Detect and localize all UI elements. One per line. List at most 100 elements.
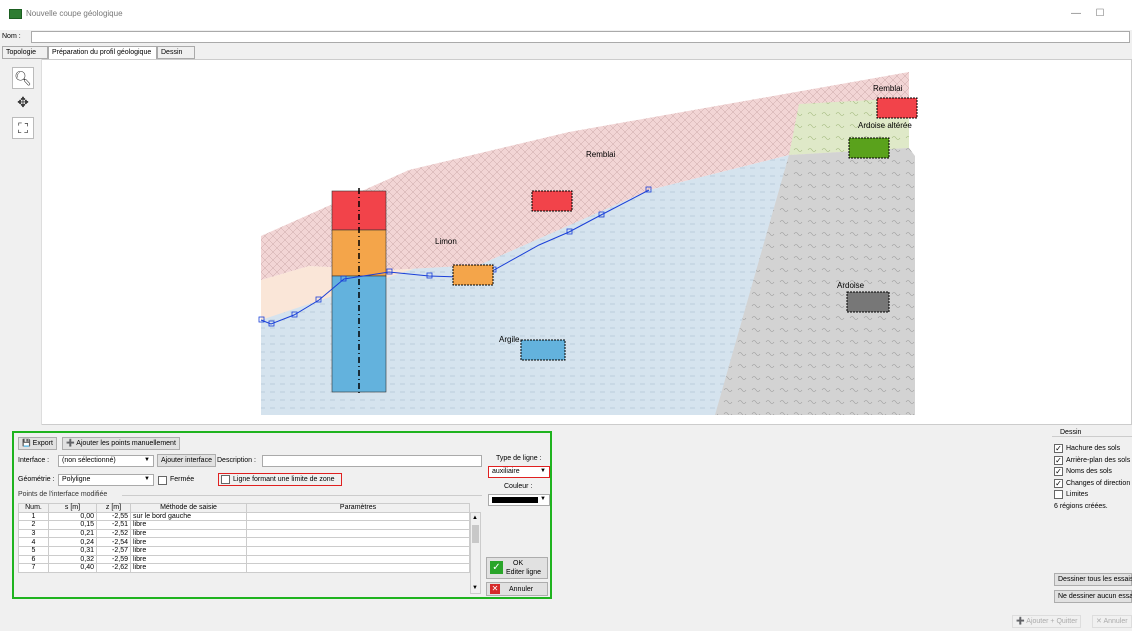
add-quit-button[interactable]: ➕ Ajouter + Quitter [1012, 615, 1082, 628]
table-cell[interactable]: libre [130, 520, 247, 530]
table-cell[interactable] [246, 520, 470, 530]
table-cell[interactable] [246, 537, 470, 547]
interface-value: (non sélectionné) [62, 457, 116, 464]
table-cell[interactable] [246, 528, 470, 539]
tab-dessin[interactable]: Dessin [157, 46, 195, 59]
scroll-down-icon[interactable]: ▼ [472, 585, 478, 591]
table-cell[interactable]: 5 [18, 545, 49, 556]
option-checkbox[interactable] [1054, 490, 1063, 499]
tab-topologie[interactable]: Topologie [2, 46, 48, 59]
group-divider [1052, 436, 1132, 437]
geometry-select[interactable]: Polyligne ▼ [58, 474, 154, 486]
table-cell[interactable]: 6 [18, 554, 49, 565]
scroll-up-icon[interactable]: ▲ [472, 515, 478, 521]
cancel-button[interactable]: ✕ Annuler [486, 582, 548, 596]
table-row[interactable]: 5 0,31 -2,57 libre [18, 545, 470, 556]
option-checkbox[interactable]: ✓ [1054, 467, 1063, 476]
table-cell[interactable]: libre [130, 563, 247, 573]
table-cell[interactable] [246, 545, 470, 556]
table-cell[interactable]: -2,62 [96, 563, 131, 573]
legend-box-ardoise-alteree [848, 137, 890, 159]
table-row[interactable]: 4 0,24 -2,54 libre [18, 537, 470, 547]
table-cell[interactable]: libre [130, 554, 247, 565]
description-input[interactable] [262, 455, 482, 467]
add-points-label: Ajouter les points manuellement [76, 440, 176, 447]
table-cell[interactable]: -2,51 [96, 520, 131, 530]
option-checkbox[interactable]: ✓ [1054, 478, 1063, 488]
col-params[interactable]: Paramètres [246, 503, 470, 513]
table-cell[interactable]: 3 [18, 528, 49, 539]
status-cancel-button[interactable]: ✕ Annuler [1092, 615, 1132, 628]
geological-section-svg[interactable]: Remblai Remblai Ardoise altérée Limon Ar… [9, 60, 1132, 426]
table-cell[interactable]: 0,32 [48, 554, 97, 565]
col-method[interactable]: Méthode de saisie [130, 503, 247, 513]
table-row[interactable]: 3 0,21 -2,52 libre [18, 528, 470, 539]
zoom-icon[interactable]: 🔍︎ [12, 67, 34, 89]
export-button[interactable]: 💾 Export [18, 437, 57, 450]
ok-edit-button[interactable]: ✓ OK Editer ligne [486, 557, 548, 579]
minimize-button[interactable]: — [1066, 6, 1086, 22]
check-icon: ✓ [490, 561, 503, 574]
cancel-label: Annuler [509, 586, 534, 593]
table-cell[interactable] [246, 554, 470, 565]
table-cell[interactable]: 0,15 [48, 520, 97, 530]
table-cell[interactable]: 2 [18, 520, 49, 530]
table-cell[interactable]: 0,00 [48, 511, 97, 522]
color-select[interactable]: ▼ [488, 494, 550, 506]
table-cell[interactable]: libre [130, 545, 247, 556]
add-points-button[interactable]: ➕ Ajouter les points manuellement [62, 437, 180, 450]
color-label: Couleur : [504, 483, 533, 490]
table-cell[interactable]: -2,59 [96, 554, 131, 565]
drawing-group-label: Dessin [1060, 429, 1082, 436]
line-type-label: Type de ligne : [496, 455, 542, 462]
color-swatch [492, 497, 538, 503]
table-row[interactable]: 7 0,40 -2,62 libre [18, 563, 470, 573]
col-s[interactable]: s [m] [48, 503, 97, 513]
table-cell[interactable]: libre [130, 528, 247, 539]
name-input[interactable] [31, 31, 1130, 43]
table-cell[interactable]: 7 [18, 563, 49, 573]
table-row[interactable]: 6 0,32 -2,59 libre [18, 554, 470, 565]
table-scrollbar[interactable]: ▲ ▼ [470, 512, 481, 594]
name-label: Nom : [2, 33, 21, 40]
table-cell[interactable] [246, 511, 470, 522]
table-cell[interactable] [246, 563, 470, 573]
status-bar: ➕ Ajouter + Quitter ✕ Annuler [0, 612, 1132, 631]
draw-all-button[interactable]: Dessiner tous les essais [1054, 573, 1132, 586]
closed-checkbox[interactable] [158, 476, 167, 485]
table-cell[interactable]: -2,54 [96, 537, 131, 547]
table-row[interactable]: 2 0,15 -2,51 libre [18, 520, 470, 530]
option-checkbox[interactable]: ✓ [1054, 444, 1063, 453]
table-cell[interactable]: 0,31 [48, 545, 97, 556]
scroll-thumb[interactable] [472, 525, 479, 543]
col-z[interactable]: z [m] [96, 503, 131, 513]
line-type-value: auxiliaire [492, 468, 520, 475]
fit-view-icon[interactable]: ⛶ [12, 117, 34, 139]
table-cell[interactable]: 1 [18, 511, 49, 522]
table-cell[interactable]: -2,52 [96, 528, 131, 539]
title-bar: Nouvelle coupe géologique — ☐ [0, 0, 1132, 30]
move-icon[interactable]: ✥ [12, 92, 34, 114]
drawing-canvas[interactable]: Remblai Remblai Ardoise altérée Limon Ar… [8, 59, 1132, 425]
add-interface-button[interactable]: Ajouter interface [157, 454, 216, 467]
table-cell[interactable]: -2,55 [96, 511, 131, 522]
draw-none-button[interactable]: Ne dessiner aucun essai [1054, 590, 1132, 603]
option-checkbox[interactable]: ✓ [1054, 455, 1063, 465]
table-row[interactable]: 1 0,00 -2,55 sur le bord gauche [18, 511, 470, 522]
interface-select[interactable]: (non sélectionné) ▼ [58, 455, 154, 467]
table-cell[interactable]: 0,24 [48, 537, 97, 547]
table-cell[interactable]: -2,57 [96, 545, 131, 556]
tab-preparation-profil[interactable]: Préparation du profil géologique [48, 46, 157, 60]
table-cell[interactable]: 4 [18, 537, 49, 547]
col-num[interactable]: Num. [18, 503, 49, 513]
line-type-select[interactable]: auxiliaire ▼ [488, 466, 550, 478]
table-cell[interactable]: 0,21 [48, 528, 97, 539]
table-cell[interactable]: sur le bord gauche [130, 511, 247, 522]
maximize-button[interactable]: ☐ [1090, 6, 1110, 22]
table-cell[interactable]: 0,40 [48, 563, 97, 573]
interface-label: Interface : [18, 457, 50, 464]
label-argile: Argile [499, 335, 520, 344]
table-cell[interactable]: libre [130, 537, 247, 547]
points-table[interactable]: Num. s [m] z [m] Méthode de saisie Param… [18, 503, 470, 573]
zone-limit-checkbox[interactable] [221, 475, 230, 484]
